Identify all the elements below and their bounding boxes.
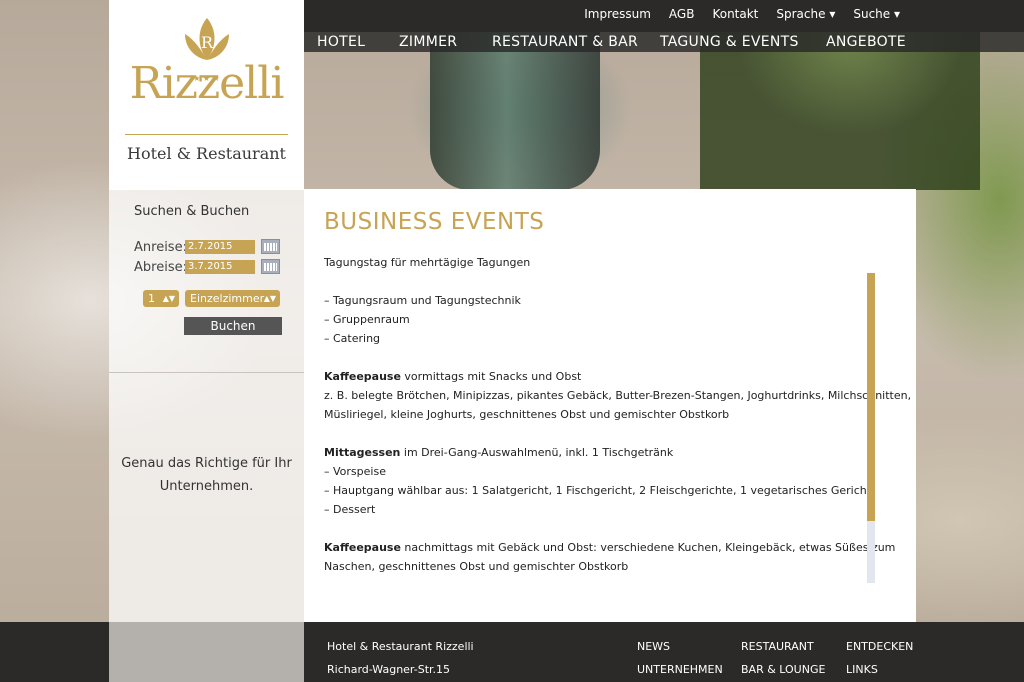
lunch-line: Mittagessen im Drei-Gang-Auswahlmenü, in… [324,443,854,462]
coffee-break-desc: vormittags mit Snacks und Obst [400,370,582,383]
footer-link-news[interactable]: NEWS [637,640,670,653]
hotel-logo[interactable]: R ★ ★ ★ Rizzelli Hotel & Restaurant [109,0,304,190]
list-item: – Vorspeise [324,465,386,478]
link-impressum[interactable]: Impressum [584,7,651,21]
booking-title: Suchen & Buchen [134,204,250,219]
sidebar-tagline: Genau das Richtige für Ihr Unternehmen. [121,456,292,494]
coffee-break-detail: Müsliriegel, kleine Joghurts, geschnitte… [324,408,730,421]
arrival-calendar-icon[interactable] [261,239,280,254]
footer-link-unternehmen[interactable]: UNTERNEHMEN [637,663,723,676]
stepper-icon: ▲▼ [263,294,276,303]
book-button[interactable]: Buchen [184,317,282,335]
list-item: – Dessert [324,503,376,516]
language-dropdown[interactable]: Sprache ▾ [776,7,835,21]
coffee-break-morning: Kaffeepause vormittags mit Snacks und Ob… [324,367,854,386]
scrollbar-thumb[interactable] [867,273,875,521]
arrival-date-field[interactable]: 2.7.2015 [185,240,255,254]
lunch-desc: im Drei-Gang-Auswahlmenü, inkl. 1 Tischg… [400,446,674,459]
list-item: – Gruppenraum [324,313,410,326]
stepper-icon: ▲▼ [162,294,175,303]
footer-link-links[interactable]: LINKS [846,663,878,676]
content-panel: BUSINESS EVENTS Tagungstag für mehrtägig… [304,189,916,622]
coffee-break-detail: Naschen, geschnittenes Obst und gemischt… [324,560,629,573]
logo-divider [125,134,288,135]
intro-text: Tagungstag für mehrtägige Tagungen [324,256,531,269]
nav-zimmer[interactable]: ZIMMER [399,32,457,52]
room-type-value: Einzelzimmer [190,292,265,305]
departure-date-field[interactable]: 3.7.2015 [185,260,255,274]
list-item: – Hauptgang wählbar aus: 1 Salatgericht,… [324,484,872,497]
footer-address-street: Richard-Wagner-Str.15 [327,663,451,676]
logo-letter: R [201,33,214,52]
rooms-count-select[interactable]: 1 ▲▼ [143,290,179,307]
coffee-break-afternoon: Kaffeepause nachmittags mit Gebäck und O… [324,538,895,557]
top-bar: Impressum AGB Kontakt Sprache ▾ Suche ▾ [304,0,1024,32]
arrival-label: Anreise: [134,240,187,255]
search-dropdown[interactable]: Suche ▾ [853,7,900,21]
footer-sidebar [109,622,304,682]
utility-links: Impressum AGB Kontakt Sprache ▾ Suche ▾ [584,7,900,21]
room-type-select[interactable]: Einzelzimmer ▲▼ [185,290,280,307]
coffee-break-desc: nachmittags mit Gebäck und Obst: verschi… [400,541,896,554]
coffee-break-heading: Kaffeepause [324,370,401,383]
link-agb[interactable]: AGB [669,7,695,21]
list-item: – Tagungsraum und Tagungstechnik [324,294,521,307]
coffee-break-heading: Kaffeepause [324,541,401,554]
logo-subtitle: Hotel & Restaurant [127,144,286,163]
footer: Hotel & Restaurant Rizzelli Richard-Wagn… [0,622,1024,682]
footer-link-bar-lounge[interactable]: BAR & LOUNGE [741,663,825,676]
page-title: BUSINESS EVENTS [324,209,545,235]
departure-calendar-icon[interactable] [261,259,280,274]
footer-link-restaurant[interactable]: RESTAURANT [741,640,814,653]
nav-hotel[interactable]: HOTEL [317,32,365,52]
nav-restaurant-bar[interactable]: RESTAURANT & BAR [492,32,638,52]
content-text: Tagungstag für mehrtägige Tagungen – Tag… [324,253,912,576]
main-navigation: HOTEL ZIMMER RESTAURANT & BAR TAGUNG & E… [304,32,1024,52]
link-kontakt[interactable]: Kontakt [712,7,758,21]
coffee-break-detail: z. B. belegte Brötchen, Minipizzas, pika… [324,389,912,402]
sidebar: R ★ ★ ★ Rizzelli Hotel & Restaurant Such… [109,0,304,622]
lunch-heading: Mittagessen [324,446,401,459]
sidebar-divider [109,372,304,373]
rooms-count-value: 1 [148,292,155,305]
nav-tagung-events[interactable]: TAGUNG & EVENTS [660,32,799,52]
content-scrollbar[interactable] [867,273,875,583]
list-item: – Catering [324,332,381,345]
logo-name: Rizzelli [129,58,285,109]
departure-label: Abreise: [134,260,187,275]
nav-angebote[interactable]: ANGEBOTE [826,32,906,52]
footer-link-entdecken[interactable]: ENTDECKEN [846,640,913,653]
footer-address-name: Hotel & Restaurant Rizzelli [327,640,474,653]
